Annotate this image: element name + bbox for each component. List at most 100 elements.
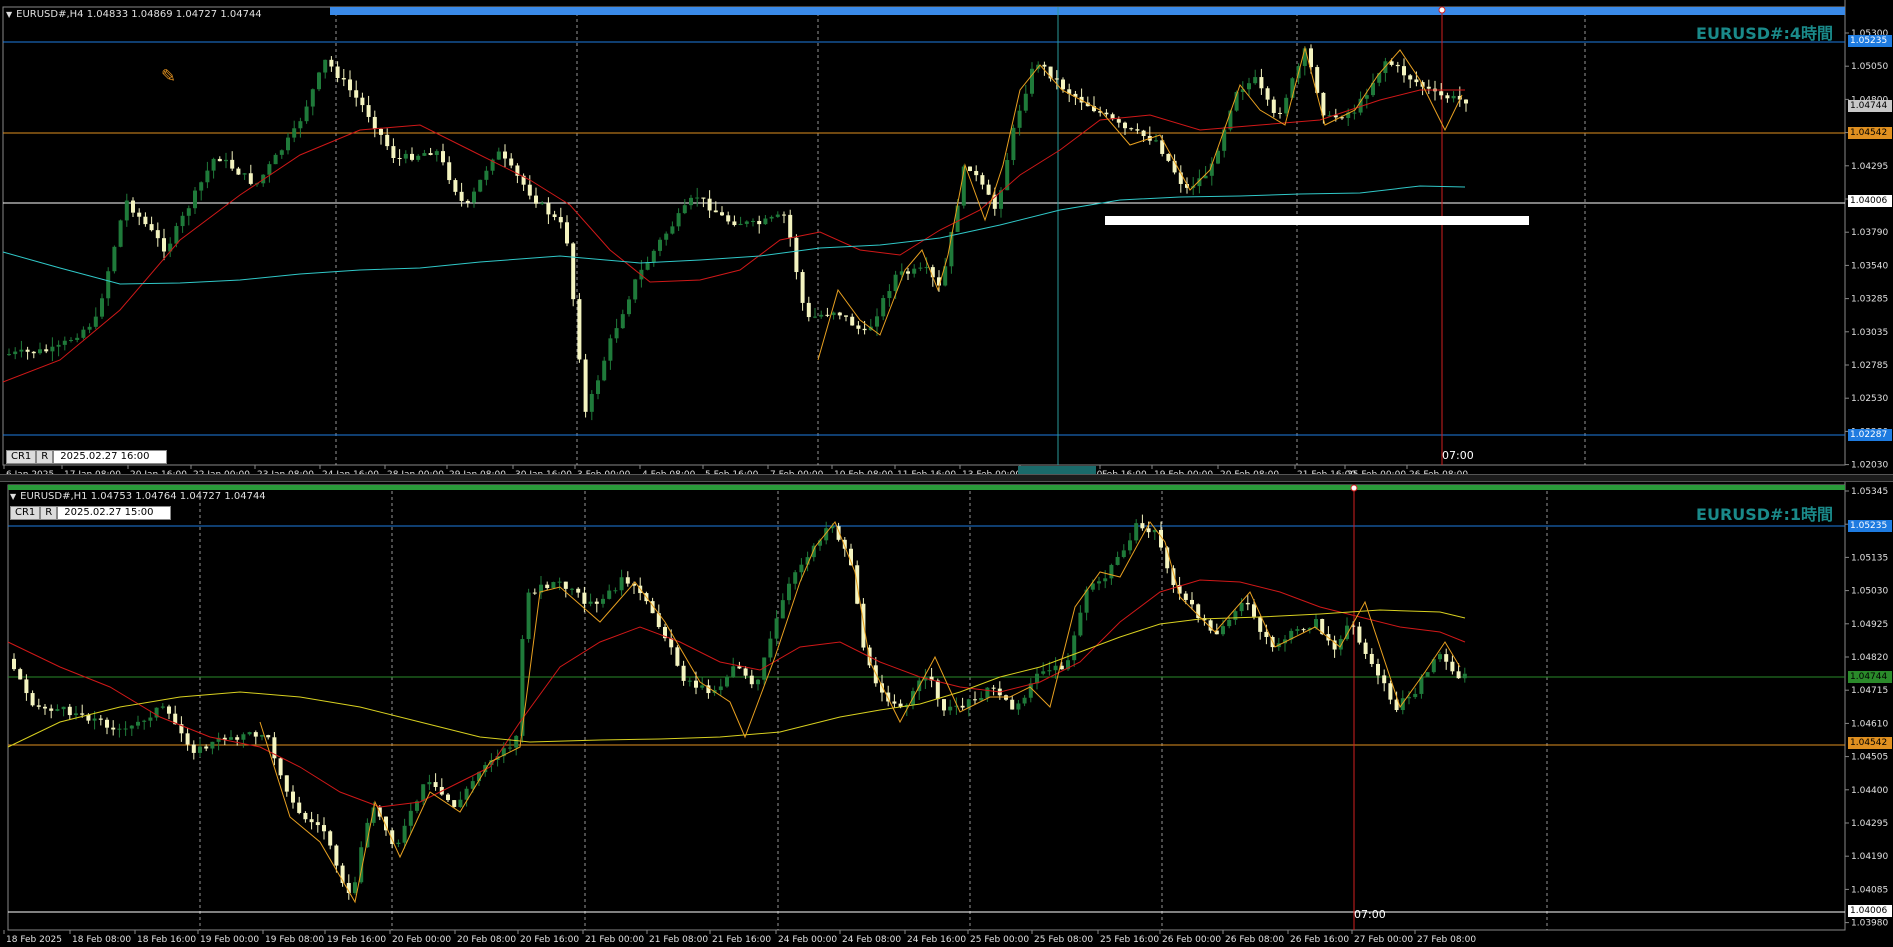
candle-bull (620, 314, 625, 329)
candle-bull (588, 601, 593, 604)
price-tick-label: 1.05030 (1851, 587, 1888, 597)
candle-bear (1382, 675, 1387, 684)
candle-bear (1456, 671, 1461, 679)
candle-bear (1464, 99, 1468, 104)
candle-bear (1135, 129, 1140, 131)
r-button[interactable]: R (36, 450, 54, 464)
time-tick-label: 24 Feb 00:00 (778, 935, 837, 945)
candle-bear (191, 744, 196, 753)
drawing-tool-icon[interactable]: ✎ (161, 66, 176, 87)
h1-chart-panel[interactable]: 1.05345 1.05235 1.05135 1.05030 1.04925 1.048… (0, 482, 1893, 947)
candle-bull (596, 380, 600, 394)
candle-bear (571, 243, 576, 300)
h4-crosshair-box[interactable]: CR1 R 2025.02.27 16:00 (6, 450, 168, 464)
candle-bull (408, 810, 413, 826)
zigzag-line (259, 521, 1461, 904)
candle-bull (74, 713, 78, 716)
candle-bull (1121, 550, 1126, 558)
time-tick-label: 20 Feb 16:00 (520, 935, 579, 945)
candle-bull (799, 564, 804, 573)
candle-bull (725, 676, 729, 687)
candle-bear (328, 831, 333, 846)
candle-bull (55, 709, 60, 711)
candle-bull (887, 291, 892, 299)
time-tick-label: 26 Feb 08:00 (1225, 935, 1284, 945)
time-tick-label: 21 Feb 08:00 (649, 935, 708, 945)
candle-bull (1109, 564, 1114, 579)
candle-bull (198, 746, 202, 753)
h1-chart-canvas[interactable]: 1.05345 1.05235 1.05135 1.05030 1.04925 1.048… (0, 482, 1893, 947)
candle-bear (991, 687, 996, 689)
candle-bull (19, 349, 24, 352)
candle-bull (403, 153, 408, 159)
candle-bear (720, 212, 724, 216)
candle-bull (614, 328, 619, 339)
candle-bull (123, 728, 128, 730)
candle-bear (1363, 642, 1368, 654)
candle-bear (67, 706, 72, 716)
time-tick-label: 26 Feb 16:00 (1290, 935, 1349, 945)
candle-bull (210, 741, 215, 749)
h1-tag-blue-upper: 1.05235 (1848, 520, 1892, 532)
candle-bear (681, 665, 686, 681)
panel-divider[interactable] (0, 474, 1893, 482)
candle-bull (731, 666, 736, 677)
time-tick-label: 18 Feb 08:00 (72, 935, 131, 945)
time-tick-label: 19 Feb 08:00 (265, 935, 324, 945)
candle-bull (279, 150, 284, 155)
collapse-triangle-icon[interactable]: ▼ (10, 492, 16, 501)
candle-bull (645, 262, 650, 270)
price-tick-label: 1.03285 (1851, 295, 1888, 305)
candle-bear (1183, 593, 1188, 600)
collapse-triangle-icon[interactable]: ▼ (6, 10, 12, 19)
candle-bull (286, 137, 290, 151)
candle-bull (118, 220, 123, 247)
candle-bull (1413, 693, 1418, 698)
h4-chart-canvas[interactable]: 1.053001.050501.048001.045441.042951.040… (0, 0, 1893, 474)
candle-bear (334, 845, 339, 866)
time-tick-label: 25 Feb 00:00 (970, 935, 1029, 945)
time-tick-label: 24 Feb 08:00 (842, 935, 901, 945)
candle-bull (658, 239, 662, 251)
candle-bear (974, 170, 979, 176)
candle-bear (576, 588, 581, 593)
candle-bear (25, 349, 30, 352)
candle-bull (985, 687, 990, 698)
candle-bull (718, 686, 723, 691)
candle-bear (713, 210, 718, 213)
h4-tag-last-price: 1.04744 (1848, 100, 1892, 112)
cr1-button[interactable]: CR1 (10, 506, 41, 520)
cr1-button[interactable]: CR1 (6, 450, 37, 464)
candle-bear (534, 195, 538, 204)
candle-bear (558, 217, 563, 223)
price-tick-label: 1.04190 (1851, 852, 1888, 862)
candle-bear (1402, 66, 1406, 76)
price-tick-label: 1.02530 (1851, 394, 1888, 404)
candle-bull (1072, 635, 1077, 661)
h4-chart-panel[interactable]: 1.053001.050501.048001.045441.042951.040… (0, 0, 1893, 474)
candle-bear (24, 679, 29, 694)
candle-bear (1376, 663, 1380, 676)
candle-bear (131, 200, 135, 213)
cursor-date: 2025.02.27 15:00 (57, 506, 172, 520)
candle-bull (682, 205, 687, 214)
candle-bull (570, 588, 574, 590)
h4-symbol-info: ▼ EURUSD#,H4 1.04833 1.04869 1.04727 1.04… (6, 9, 262, 20)
r-button[interactable]: R (40, 506, 58, 520)
h4-tag-orange: 1.04542 (1848, 127, 1892, 139)
candle-bear (348, 79, 352, 91)
candle-bull (310, 89, 315, 107)
candle-bull (38, 349, 42, 354)
candle-bull (353, 882, 357, 894)
candle-bear (942, 699, 946, 711)
candle-bear (149, 224, 154, 231)
candle-bull (1023, 93, 1028, 111)
candle-bull (1041, 671, 1046, 674)
candle-bear (111, 727, 116, 730)
candle-bull (918, 267, 923, 269)
candle-bear (782, 214, 786, 216)
candle-bull (787, 583, 791, 601)
candle-bull (193, 190, 197, 209)
h1-crosshair-box[interactable]: CR1 R 2025.02.27 15:00 (10, 506, 172, 520)
candle-bull (979, 697, 984, 701)
